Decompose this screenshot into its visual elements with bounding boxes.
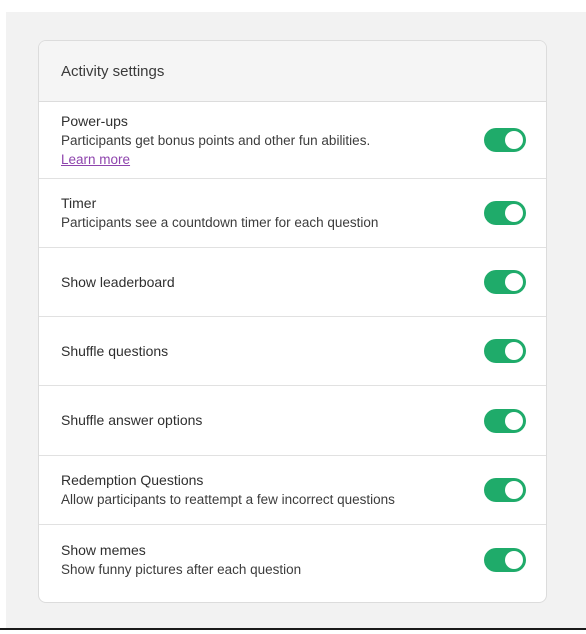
setting-title: Shuffle questions [61,342,169,359]
redemption-questions-toggle[interactable] [484,478,526,502]
setting-title: Redemption Questions [61,472,204,488]
page: Activity settings Power-ups Participants… [0,0,586,634]
setting-row-shuffle-questions: Shuffle questions [39,317,546,386]
setting-title: Power-ups [61,112,128,129]
card-header: Activity settings [39,41,546,102]
toggle-knob [505,273,523,291]
toggle-knob [505,550,523,569]
toggle-knob [505,342,523,360]
shuffle-answer-options-toggle[interactable] [484,408,526,433]
show-leaderboard-toggle[interactable] [484,270,526,294]
setting-row-timer: Timer Participants see a countdown timer… [39,179,546,248]
setting-row-redemption-questions: Redemption Questions Allow participants … [39,456,546,525]
show-memes-toggle[interactable] [484,547,526,572]
toggle-knob [505,481,523,499]
setting-description: Show funny pictures after each question [61,561,302,577]
setting-row-shuffle-answer-options: Shuffle answer options [39,386,546,456]
setting-description: Participants get bonus points and other … [61,132,371,148]
toggle-knob [505,411,523,430]
setting-title: Timer [61,195,97,211]
toggle-knob [505,204,523,222]
setting-title: Shuffle answer options [61,412,203,428]
setting-row-power-ups: Power-ups Participants get bonus points … [39,102,546,179]
setting-row-show-leaderboard: Show leaderboard [39,248,546,317]
bottom-divider [0,628,586,634]
setting-description: Allow participants to reattempt a few in… [61,492,395,507]
shuffle-questions-toggle[interactable] [484,339,526,363]
setting-description: Participants see a countdown timer for e… [61,215,379,230]
setting-title: Show leaderboard [61,273,175,290]
setting-row-show-memes: Show memes Show funny pictures after eac… [39,525,546,594]
toggle-knob [505,131,523,149]
card-title: Activity settings [61,62,165,80]
timer-toggle[interactable] [484,201,526,225]
activity-settings-card: Activity settings Power-ups Participants… [38,40,547,603]
learn-more-link[interactable]: Learn more [61,152,130,167]
setting-title: Show memes [61,541,146,558]
power-ups-toggle[interactable] [484,128,526,152]
